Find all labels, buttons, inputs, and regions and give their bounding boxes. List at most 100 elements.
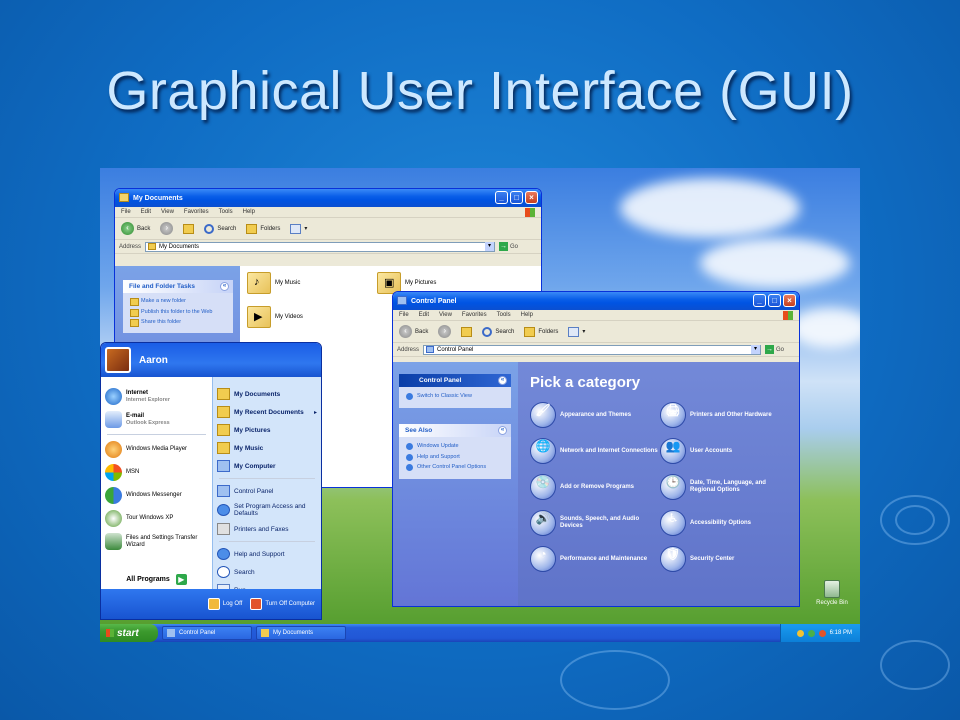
- start-program-access[interactable]: Set Program Access and Defaults: [213, 500, 321, 520]
- my-documents-titlebar[interactable]: My Documents _ □ ×: [115, 189, 541, 207]
- help-support-link[interactable]: Help and Support: [399, 452, 511, 463]
- turn-off-button[interactable]: Turn Off Computer: [250, 598, 315, 610]
- go-button[interactable]: → Go: [499, 242, 518, 251]
- back-button[interactable]: ‹ Back: [399, 325, 428, 338]
- maximize-button[interactable]: □: [510, 191, 523, 204]
- security-tray-icon[interactable]: [796, 629, 804, 637]
- recycle-bin[interactable]: Recycle Bin: [812, 580, 852, 606]
- close-button[interactable]: ×: [525, 191, 538, 204]
- start-item-transfer-wizard[interactable]: Files and Settings Transfer Wizard: [101, 530, 212, 553]
- all-programs-button[interactable]: All Programs ▶: [101, 574, 212, 585]
- taskbar-item-my-documents[interactable]: My Documents: [256, 626, 346, 640]
- menu-file[interactable]: File: [399, 312, 409, 318]
- other-options-link[interactable]: Other Control Panel Options: [399, 462, 511, 473]
- search-icon: [204, 223, 215, 234]
- category-sounds-speech-audio[interactable]: 🔊 Sounds, Speech, and Audio Devices: [530, 510, 660, 536]
- category-user-accounts[interactable]: 👥 User Accounts: [660, 438, 790, 464]
- start-item-email[interactable]: E-mail Outlook Express: [101, 408, 212, 431]
- search-button[interactable]: Search: [482, 326, 514, 337]
- task-publish-web[interactable]: Publish this folder to the Web: [123, 307, 233, 318]
- dropdown-icon[interactable]: ▾: [485, 242, 495, 251]
- menu-file[interactable]: File: [121, 209, 131, 215]
- collapse-icon[interactable]: «: [220, 282, 229, 291]
- control-panel-box-header[interactable]: Control Panel «: [399, 374, 511, 387]
- up-folder-button[interactable]: [183, 223, 195, 234]
- minimize-button[interactable]: _: [495, 191, 508, 204]
- task-make-folder[interactable]: Make a new folder: [123, 296, 233, 307]
- start-help-support[interactable]: Help and Support: [213, 545, 321, 563]
- back-button[interactable]: ‹ Back: [121, 222, 150, 235]
- task-share-folder[interactable]: Share this folder: [123, 317, 233, 328]
- control-panel-window[interactable]: Control Panel _ □ × File Edit View Favor…: [392, 291, 800, 607]
- network-tray-icon[interactable]: [807, 629, 815, 637]
- start-item-messenger[interactable]: Windows Messenger: [101, 484, 212, 507]
- address-input[interactable]: Control Panel ▾: [423, 344, 762, 355]
- switch-classic-view-link[interactable]: Switch to Classic View: [399, 391, 511, 402]
- menu-tools[interactable]: Tools: [219, 209, 233, 215]
- windows-update-link[interactable]: Windows Update: [399, 441, 511, 452]
- see-also-header[interactable]: See Also «: [399, 424, 511, 437]
- category-appearance-themes[interactable]: 🖌 Appearance and Themes: [530, 402, 660, 428]
- dropdown-icon[interactable]: ▾: [751, 345, 761, 354]
- collapse-icon[interactable]: «: [498, 376, 507, 385]
- category-printers-hardware[interactable]: 🖨 Printers and Other Hardware: [660, 402, 790, 428]
- folders-button[interactable]: Folders: [246, 223, 280, 234]
- menu-tools[interactable]: Tools: [497, 312, 511, 318]
- start-my-pictures[interactable]: My Pictures: [213, 421, 321, 439]
- control-panel-titlebar[interactable]: Control Panel _ □ ×: [393, 292, 799, 310]
- start-item-msn[interactable]: MSN: [101, 461, 212, 484]
- collapse-icon[interactable]: «: [498, 426, 507, 435]
- start-printers-faxes[interactable]: Printers and Faxes: [213, 520, 321, 538]
- start-item-tour[interactable]: Tour Windows XP: [101, 507, 212, 530]
- category-network-internet[interactable]: 🌐 Network and Internet Connections: [530, 438, 660, 464]
- go-button[interactable]: → Go: [765, 345, 784, 354]
- log-off-button[interactable]: Log Off: [207, 598, 242, 610]
- back-label: Back: [137, 225, 151, 232]
- address-input[interactable]: My Documents ▾: [145, 241, 496, 252]
- start-my-music[interactable]: My Music: [213, 439, 321, 457]
- minimize-button[interactable]: _: [753, 294, 766, 307]
- clock-globe-icon: 🕒: [660, 474, 686, 500]
- forward-button[interactable]: ›: [160, 222, 174, 235]
- task-panel-header[interactable]: File and Folder Tasks «: [123, 280, 233, 293]
- clock[interactable]: 6:18 PM: [830, 630, 852, 636]
- user-avatar[interactable]: [105, 347, 131, 373]
- category-area: Pick a category 🖌 Appearance and Themes 🖨…: [518, 362, 799, 606]
- folders-label: Folders: [538, 328, 559, 335]
- menu-help[interactable]: Help: [521, 312, 533, 318]
- close-button[interactable]: ×: [783, 294, 796, 307]
- start-search[interactable]: Search: [213, 563, 321, 581]
- menu-edit[interactable]: Edit: [419, 312, 429, 318]
- category-add-remove-programs[interactable]: 💿 Add or Remove Programs: [530, 474, 660, 500]
- folders-button[interactable]: Folders: [524, 326, 559, 337]
- start-my-recent-documents[interactable]: My Recent Documents ▸: [213, 403, 321, 421]
- category-date-time-language[interactable]: 🕒 Date, Time, Language, and Regional Opti…: [660, 474, 790, 500]
- search-button[interactable]: Search: [204, 223, 236, 234]
- views-button[interactable]: ▾: [568, 326, 585, 337]
- start-button[interactable]: start: [100, 624, 158, 642]
- folder-my-music[interactable]: ♪ My Music: [247, 272, 300, 294]
- menu-favorites[interactable]: Favorites: [184, 209, 209, 215]
- views-button[interactable]: ▾: [290, 223, 307, 234]
- alert-tray-icon[interactable]: [818, 629, 826, 637]
- category-accessibility[interactable]: ♿ Accessibility Options: [660, 510, 790, 536]
- start-item-media-player[interactable]: Windows Media Player: [101, 438, 212, 461]
- taskbar-item-control-panel[interactable]: Control Panel: [162, 626, 252, 640]
- maximize-button[interactable]: □: [768, 294, 781, 307]
- forward-button[interactable]: ›: [438, 325, 452, 338]
- menu-edit[interactable]: Edit: [141, 209, 151, 215]
- menu-help[interactable]: Help: [243, 209, 255, 215]
- menu-view[interactable]: View: [439, 312, 452, 318]
- log-off-icon: [207, 598, 220, 610]
- start-item-internet[interactable]: Internet Internet Explorer: [101, 385, 212, 408]
- folder-my-videos[interactable]: ▶ My Videos: [247, 306, 303, 328]
- start-my-computer[interactable]: My Computer: [213, 457, 321, 475]
- category-performance-maintenance[interactable]: ◔ Performance and Maintenance: [530, 546, 660, 572]
- up-folder-button[interactable]: [461, 326, 473, 337]
- start-control-panel[interactable]: Control Panel: [213, 482, 321, 500]
- category-security-center[interactable]: 🛡 Security Center: [660, 546, 790, 572]
- forward-arrow-icon: ›: [160, 222, 174, 235]
- menu-view[interactable]: View: [161, 209, 174, 215]
- start-my-documents[interactable]: My Documents: [213, 385, 321, 403]
- menu-favorites[interactable]: Favorites: [462, 312, 487, 318]
